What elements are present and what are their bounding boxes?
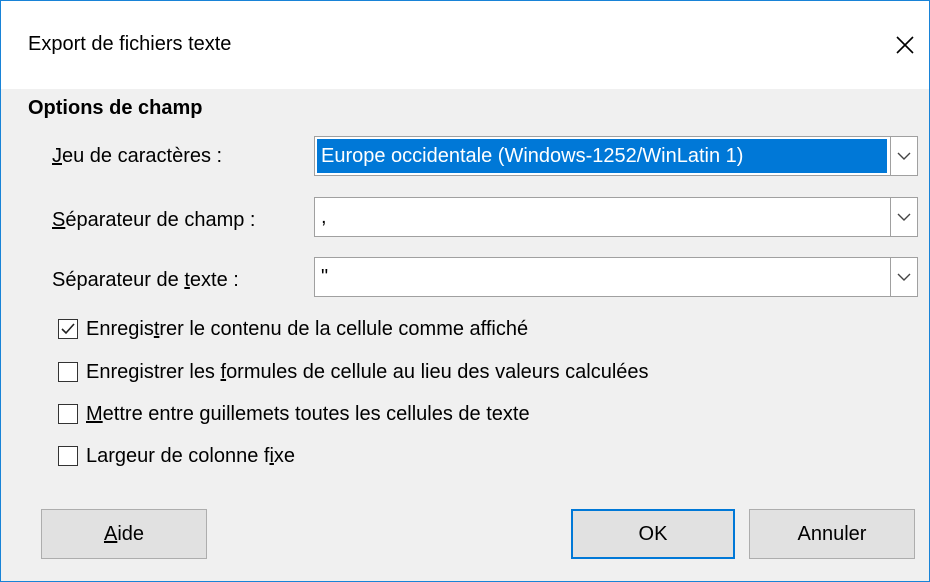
quote-text-cells-checkbox[interactable] <box>58 404 78 424</box>
fixed-column-width-option[interactable]: Largeur de colonne fixe <box>58 441 295 471</box>
save-formulas-checkbox[interactable] <box>58 362 78 382</box>
field-separator-dropdown-button[interactable] <box>890 198 917 236</box>
section-title: Options de champ <box>28 97 203 119</box>
text-separator-value[interactable]: " <box>317 260 887 294</box>
fixed-column-width-label: Largeur de colonne fixe <box>86 444 296 467</box>
field-separator-value[interactable]: , <box>317 200 887 234</box>
field-separator-label: Séparateur de champ : <box>52 209 256 231</box>
save-as-shown-option[interactable]: Enregistrer le contenu de la cellule com… <box>58 314 528 344</box>
text-separator-combo[interactable]: " <box>314 257 918 297</box>
text-separator-label: Séparateur de texte : <box>52 269 239 291</box>
checkmark-icon <box>61 323 75 335</box>
text-separator-dropdown-button[interactable] <box>890 258 917 296</box>
save-formulas-option[interactable]: Enregistrer les formules de cellule au l… <box>58 357 649 387</box>
charset-select[interactable]: Europe occidentale (Windows-1252/WinLati… <box>314 136 918 176</box>
cancel-button[interactable]: Annuler <box>749 509 915 559</box>
save-formulas-label: Enregistrer les formules de cellule au l… <box>86 360 649 383</box>
charset-label: Jeu de caractères : <box>52 145 223 167</box>
fixed-column-width-checkbox[interactable] <box>58 446 78 466</box>
save-as-shown-label: Enregistrer le contenu de la cellule com… <box>86 317 529 340</box>
save-as-shown-checkbox[interactable] <box>58 319 78 339</box>
quote-text-cells-label: Mettre entre guillemets toutes les cellu… <box>86 402 530 425</box>
ok-button[interactable]: OK <box>571 509 735 559</box>
chevron-down-icon <box>897 273 911 281</box>
charset-dropdown-button[interactable] <box>890 137 917 175</box>
close-button[interactable] <box>881 21 929 69</box>
chevron-down-icon <box>897 152 911 160</box>
help-button[interactable]: Aide <box>41 509 207 559</box>
dialog-title: Export de fichiers texte <box>28 33 232 55</box>
close-icon <box>896 36 914 54</box>
charset-value: Europe occidentale (Windows-1252/WinLati… <box>317 139 887 173</box>
field-separator-combo[interactable]: , <box>314 197 918 237</box>
export-text-dialog: Export de fichiers texte Options de cham… <box>0 0 930 582</box>
title-bar: Export de fichiers texte <box>1 1 929 89</box>
quote-text-cells-option[interactable]: Mettre entre guillemets toutes les cellu… <box>58 399 530 429</box>
chevron-down-icon <box>897 213 911 221</box>
